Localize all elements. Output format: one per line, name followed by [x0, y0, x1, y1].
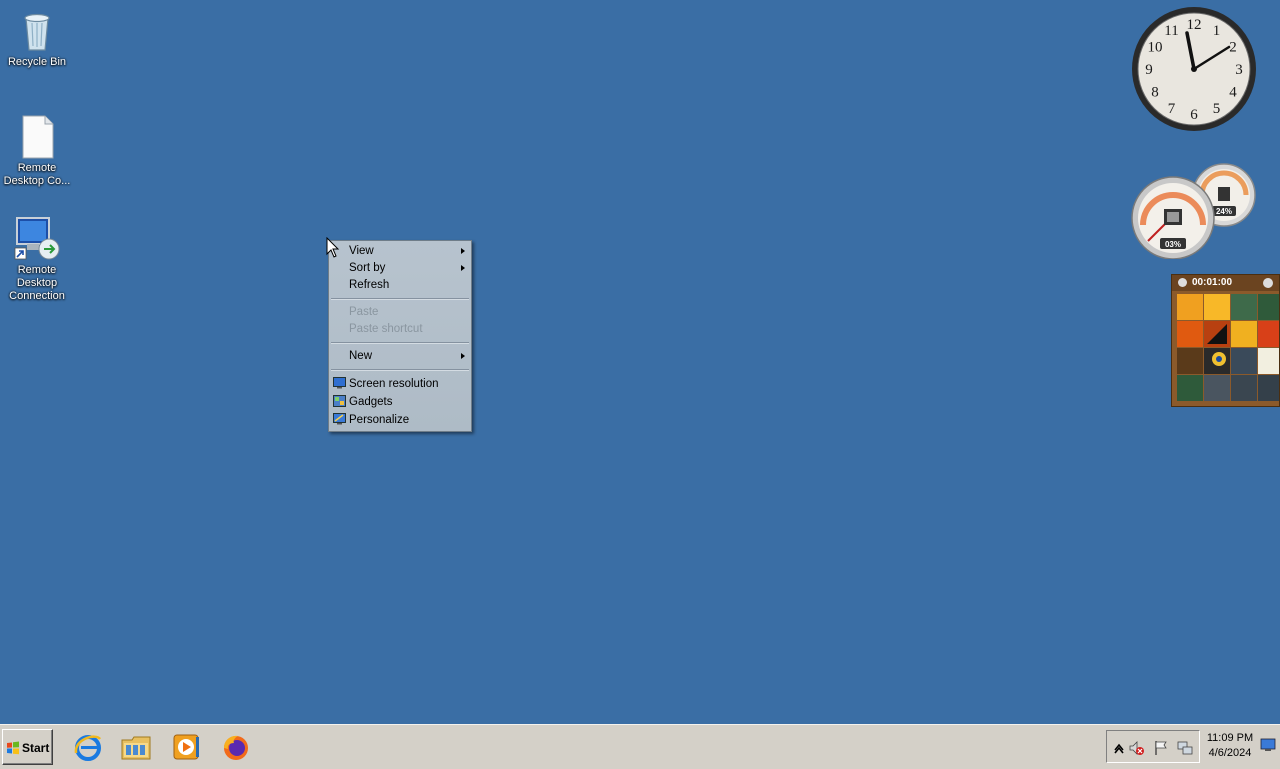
menu-item-paste-shortcut: Paste shortcut [329, 321, 471, 338]
puzzle-header: 00:01:00 [1172, 275, 1279, 291]
taskbar-clock[interactable]: 11:09 PM 4/6/2024 [1200, 731, 1260, 761]
clock-numeral: 5 [1213, 101, 1221, 117]
start-label: Start [22, 741, 50, 755]
menu-separator [331, 298, 469, 300]
clock-numeral: 11 [1164, 23, 1178, 39]
screen-resolution-icon [333, 377, 346, 389]
file-icon [22, 115, 54, 159]
recycle-bin-icon [24, 13, 50, 51]
clock-time: 11:09 PM [1206, 732, 1254, 744]
windows-logo-icon [7, 741, 19, 755]
menu-separator [331, 369, 469, 371]
menu-item-paste: Paste [329, 304, 471, 321]
show-hidden-icons-icon[interactable] [1111, 740, 1127, 756]
volume-muted-icon[interactable] [1129, 740, 1145, 756]
puzzle-timer-icon [1178, 278, 1187, 287]
show-desktop-icon[interactable] [1260, 738, 1276, 752]
personalize-icon [333, 413, 346, 425]
clock-numeral: 12 [1187, 17, 1202, 33]
clock-numeral: 6 [1190, 107, 1198, 123]
menu-item-label: Paste shortcut [349, 323, 423, 335]
clock-numeral: 8 [1151, 85, 1159, 101]
desktop-icon-recycle-bin[interactable]: Recycle Bin [0, 6, 74, 69]
desktop-context-menu: View Sort by Refresh Paste Paste shortcu… [328, 240, 472, 432]
clock-date: 4/6/2024 [1208, 747, 1252, 759]
submenu-arrow-icon [461, 248, 465, 254]
menu-item-label: View [349, 245, 374, 257]
menu-separator [331, 342, 469, 344]
system-tray [1106, 730, 1200, 763]
puzzle-help-icon[interactable] [1263, 278, 1273, 288]
firefox-icon[interactable] [220, 731, 252, 763]
desktop-icon-remote-desktop-file[interactable]: Remote Desktop Co... [0, 112, 74, 188]
menu-item-gadgets[interactable]: Gadgets [329, 393, 471, 411]
taskbar: Start 11:09 PM 4/6/2024 [0, 724, 1280, 769]
menu-item-personalize[interactable]: Personalize [329, 411, 471, 429]
menu-item-label: Sort by [349, 262, 386, 274]
remote-desktop-file-label: Remote Desktop Co... [3, 162, 71, 187]
gadgets-icon [333, 395, 346, 407]
puzzle-timer: 00:01:00 [1192, 277, 1233, 288]
submenu-arrow-icon [461, 353, 465, 359]
cpu-usage-text: 03% [1165, 240, 1181, 249]
clock-numeral: 7 [1168, 101, 1176, 117]
menu-item-label: Paste [349, 306, 379, 318]
start-button[interactable]: Start [2, 729, 53, 765]
clock-gadget[interactable]: 12 12 3 45678 9 1011 [1129, 5, 1259, 133]
menu-item-view[interactable]: View [329, 243, 471, 260]
menu-item-refresh[interactable]: Refresh [329, 277, 471, 294]
remote-desktop-connection-label: Remote Desktop Connection [9, 264, 65, 302]
menu-item-label: Screen resolution [349, 378, 439, 390]
action-center-flag-icon[interactable] [1153, 740, 1169, 756]
submenu-arrow-icon [461, 265, 465, 271]
puzzle-board[interactable] [1177, 294, 1280, 407]
menu-item-new[interactable]: New [329, 348, 471, 365]
menu-item-label: New [349, 350, 373, 362]
clock-numeral: 10 [1148, 40, 1163, 56]
internet-explorer-icon[interactable] [72, 731, 104, 763]
menu-item-screen-resolution[interactable]: Screen resolution [329, 375, 471, 393]
clock-numeral: 3 [1235, 62, 1243, 78]
mouse-cursor-icon [326, 237, 340, 258]
menu-item-label: Personalize [349, 414, 410, 426]
desktop-icon-remote-desktop-connection[interactable]: Remote Desktop Connection [0, 214, 74, 303]
clock-numeral: 9 [1145, 62, 1153, 78]
clock-numeral: 4 [1229, 85, 1237, 101]
menu-item-label: Refresh [349, 279, 390, 291]
cpu-meter-gadget[interactable]: 24% 03% [1130, 163, 1256, 259]
clock-numeral: 2 [1229, 40, 1237, 56]
menu-item-sort-by[interactable]: Sort by [329, 260, 471, 277]
media-player-icon[interactable] [170, 731, 202, 763]
recycle-bin-label: Recycle Bin [7, 56, 67, 68]
picture-puzzle-gadget[interactable]: 00:01:00 [1171, 274, 1280, 407]
remote-desktop-icon [14, 217, 60, 260]
memory-usage-text: 24% [1216, 207, 1232, 216]
clock-numeral: 1 [1213, 23, 1221, 39]
menu-item-label: Gadgets [349, 396, 393, 408]
network-icon[interactable] [1177, 740, 1193, 756]
file-explorer-icon[interactable] [120, 731, 152, 763]
